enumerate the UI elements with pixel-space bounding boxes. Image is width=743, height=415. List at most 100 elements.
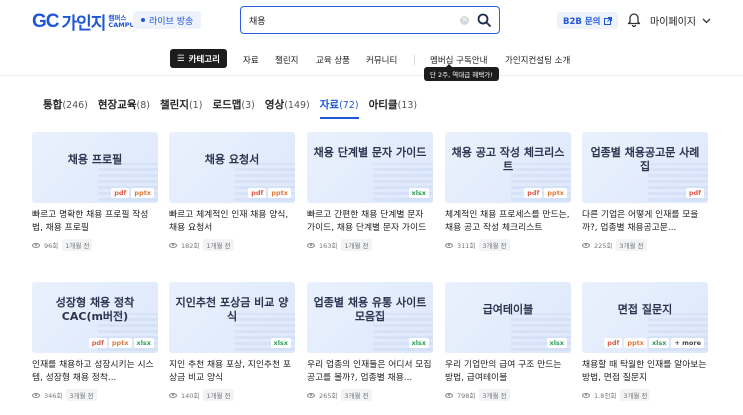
nav-item-membership[interactable]: 멤버십 구독안내 xyxy=(430,54,487,66)
card-title[interactable]: 빠르고 간편한 채용 단계별 문자 가이드, 채용 단계별 문자 가이드 xyxy=(307,209,433,235)
view-count: 140회 xyxy=(181,392,200,400)
file-tag-xlsx: xlsx xyxy=(408,338,429,348)
card-title[interactable]: 인재를 채용하고 성장시키는 시스템, 성장형 채용 정착... xyxy=(32,359,158,385)
card-thumbnail[interactable]: 채용 프로필 pdf pptx xyxy=(32,132,158,203)
card-title[interactable]: 우리 기업만의 급여 구조 만드는 방법, 급여테이블 xyxy=(445,359,571,385)
resource-card[interactable]: 채용 단계별 문자 가이드 xlsx 빠르고 간편한 채용 단계별 문자 가이드, … xyxy=(307,132,433,251)
card-title[interactable]: 지인 추천 채용 포상, 지인추천 포상금 비교 양식 xyxy=(169,359,295,385)
posted-ago: 3개월 전 xyxy=(616,239,647,251)
card-title[interactable]: 다른 기업은 어떻게 인재를 모을까?, 업종별 채용공고문... xyxy=(582,209,708,235)
search-input[interactable] xyxy=(249,15,460,25)
file-tag-pptx: pptx xyxy=(131,188,154,198)
b2b-label: B2B 문의 xyxy=(563,16,601,27)
card-thumbnail[interactable]: 채용 단계별 문자 가이드 xlsx xyxy=(307,132,433,203)
card-thumbnail[interactable]: 채용 공고 작성 체크리스트 pdf pptx xyxy=(445,132,571,203)
eye-icon xyxy=(445,392,453,398)
file-tag-pdf: pdf xyxy=(88,338,107,348)
posted-ago: 1개월 전 xyxy=(203,239,234,251)
tab-label: 로드맵 xyxy=(212,99,242,111)
tab-all[interactable]: 통합(246) xyxy=(43,97,88,117)
thumbnail-title: 업종별 채용 유통 사이트 모음집 xyxy=(313,296,427,323)
card-meta: 96회 1개월 전 xyxy=(32,239,158,251)
view-count: 96회 xyxy=(44,242,59,250)
nav-item-consulting[interactable]: 가인지컨설팅 소개 xyxy=(505,54,570,66)
card-title[interactable]: 채용할 때 탁월한 인재를 알아보는 방법, 면접 질문지 xyxy=(582,359,708,385)
clear-icon[interactable]: ✕ xyxy=(460,15,469,25)
file-tag-pptx: pptx xyxy=(624,338,647,348)
posted-ago: 3개월 전 xyxy=(341,389,372,401)
resource-card[interactable]: 채용 프로필 pdf pptx 빠르고 명확한 채용 프로필 작성법, 채용 프로필 9… xyxy=(32,132,158,251)
search-box[interactable]: ✕ xyxy=(240,6,500,34)
nav-item-education[interactable]: 교육 상품 xyxy=(316,54,350,66)
posted-ago: 3개월 전 xyxy=(66,389,97,401)
view-count: 225회 xyxy=(594,242,613,250)
resource-card[interactable]: 채용 요청서 pdf pptx 빠르고 체계적인 인재 채용 양식, 채용 요청서 18… xyxy=(169,132,295,251)
nav-item-resources[interactable]: 자료 xyxy=(243,54,259,66)
nav-item-community[interactable]: 커뮤니티 xyxy=(366,54,397,66)
file-tag-pdf: pdf xyxy=(111,188,130,198)
tab-label: 현장교육 xyxy=(97,99,137,111)
view-count: 1.8천회 xyxy=(594,392,617,400)
file-tag-pdf: pdf xyxy=(248,188,267,198)
file-tag-xlsx: xlsx xyxy=(408,188,429,198)
card-thumbnail[interactable]: 채용 요청서 pdf pptx xyxy=(169,132,295,203)
posted-ago: 1개월 전 xyxy=(341,239,372,251)
tab-roadmap[interactable]: 로드맵(3) xyxy=(212,97,254,117)
file-type-tags: pdf pptx xyxy=(111,188,154,198)
card-thumbnail[interactable]: 급여테이블 xlsx xyxy=(445,282,571,353)
resource-card[interactable]: 급여테이블 xlsx 우리 기업만의 급여 구조 만드는 방법, 급여테이블 798회… xyxy=(445,282,571,401)
resource-card[interactable]: 업종별 채용공고문 사례집 pdf 다른 기업은 어떻게 인재를 모을까?, 업종별… xyxy=(582,132,708,251)
resource-card[interactable]: 업종별 채용 유통 사이트 모음집 xlsx 우리 업종의 인재들은 어디서 모집공… xyxy=(307,282,433,401)
mypage-menu[interactable]: 마이페이지 xyxy=(650,13,711,28)
logo[interactable]: GC 가인지 캠퍼스 CAMPUS xyxy=(32,9,139,35)
view-count: 798회 xyxy=(457,392,476,400)
card-title[interactable]: 우리 업종의 인재들은 어디서 모집공고를 볼까?, 업종별 채용... xyxy=(307,359,433,385)
file-type-tags: pdf pptx xyxy=(524,188,567,198)
top-header: GC 가인지 캠퍼스 CAMPUS 라이브 방송 ✕ B2B 문의 마이페이지 xyxy=(0,0,743,40)
card-thumbnail[interactable]: 업종별 채용공고문 사례집 pdf xyxy=(582,132,708,203)
card-meta: 140회 1개월 전 xyxy=(169,389,295,401)
category-button[interactable]: ☰ 카테고리 xyxy=(170,49,227,68)
tab-count: (1) xyxy=(188,100,203,111)
file-tag-more: + more xyxy=(671,338,704,348)
tab-label: 영상 xyxy=(264,99,285,111)
card-title[interactable]: 빠르고 명확한 채용 프로필 작성법, 채용 프로필 xyxy=(32,209,158,235)
card-thumbnail[interactable]: 지인추천 포상금 비교 양식 xlsx xyxy=(169,282,295,353)
main-nav: ☰ 카테고리 자료 챌린지 교육 상품 커뮤니티 멤버십 구독안내 가인지컨설팅… xyxy=(0,46,743,76)
eye-icon xyxy=(582,242,590,248)
result-tabs: 통합(246) 현장교육(8) 챌린지(1) 로드맵(3) 영상(149) 자료… xyxy=(43,97,418,119)
resource-card[interactable]: 면접 질문지 pdf pptx xlsx + more 채용할 때 탁월한 인재를 알아보… xyxy=(582,282,708,401)
posted-ago: 3개월 전 xyxy=(620,389,651,401)
posted-ago: 3개월 전 xyxy=(479,389,510,401)
nav-item-challenge[interactable]: 챌린지 xyxy=(275,54,298,66)
resource-card[interactable]: 성장형 채용 정착 CAC(m버전) pdf pptx xlsx 인재를 채용하고 성장… xyxy=(32,282,158,401)
b2b-inquiry-button[interactable]: B2B 문의 xyxy=(557,12,619,29)
tab-resources[interactable]: 자료(72) xyxy=(319,97,359,119)
file-tag-xlsx: xlsx xyxy=(546,338,567,348)
eye-icon xyxy=(169,242,177,248)
thumbnail-title: 채용 프로필 xyxy=(67,153,123,166)
card-title[interactable]: 체계적인 채용 프로세스를 만드는, 채용 공고 작성 체크리스트 xyxy=(445,209,571,235)
eye-icon xyxy=(32,392,40,398)
file-tag-pdf: pdf xyxy=(524,188,543,198)
resource-card[interactable]: 채용 공고 작성 체크리스트 pdf pptx 체계적인 채용 프로세스를 만드는, … xyxy=(445,132,571,251)
file-type-tags: xlsx xyxy=(408,188,429,198)
file-tag-xlsx: xlsx xyxy=(648,338,670,348)
card-thumbnail[interactable]: 성장형 채용 정착 CAC(m버전) pdf pptx xlsx xyxy=(32,282,158,353)
card-title[interactable]: 빠르고 체계적인 인재 채용 양식, 채용 요청서 xyxy=(169,209,295,235)
tab-article[interactable]: 아티클(13) xyxy=(369,97,418,117)
resource-card[interactable]: 지인추천 포상금 비교 양식 xlsx 지인 추천 채용 포상, 지인추천 포상금 … xyxy=(169,282,295,401)
tab-challenge[interactable]: 챌린지(1) xyxy=(160,97,202,117)
file-tag-pptx: pptx xyxy=(268,188,291,198)
eye-icon xyxy=(169,392,177,398)
live-broadcast-button[interactable]: 라이브 방송 xyxy=(133,11,202,29)
card-thumbnail[interactable]: 면접 질문지 pdf pptx xlsx + more xyxy=(582,282,708,353)
tab-field-education[interactable]: 현장교육(8) xyxy=(98,97,150,117)
bell-icon[interactable] xyxy=(627,12,641,27)
search-icon[interactable] xyxy=(477,13,491,27)
tab-video[interactable]: 영상(149) xyxy=(265,97,310,117)
card-thumbnail[interactable]: 업종별 채용 유통 사이트 모음집 xlsx xyxy=(307,282,433,353)
nav-divider xyxy=(414,55,415,65)
card-meta: 265회 3개월 전 xyxy=(307,389,433,401)
logo-mark: GC xyxy=(32,10,59,32)
